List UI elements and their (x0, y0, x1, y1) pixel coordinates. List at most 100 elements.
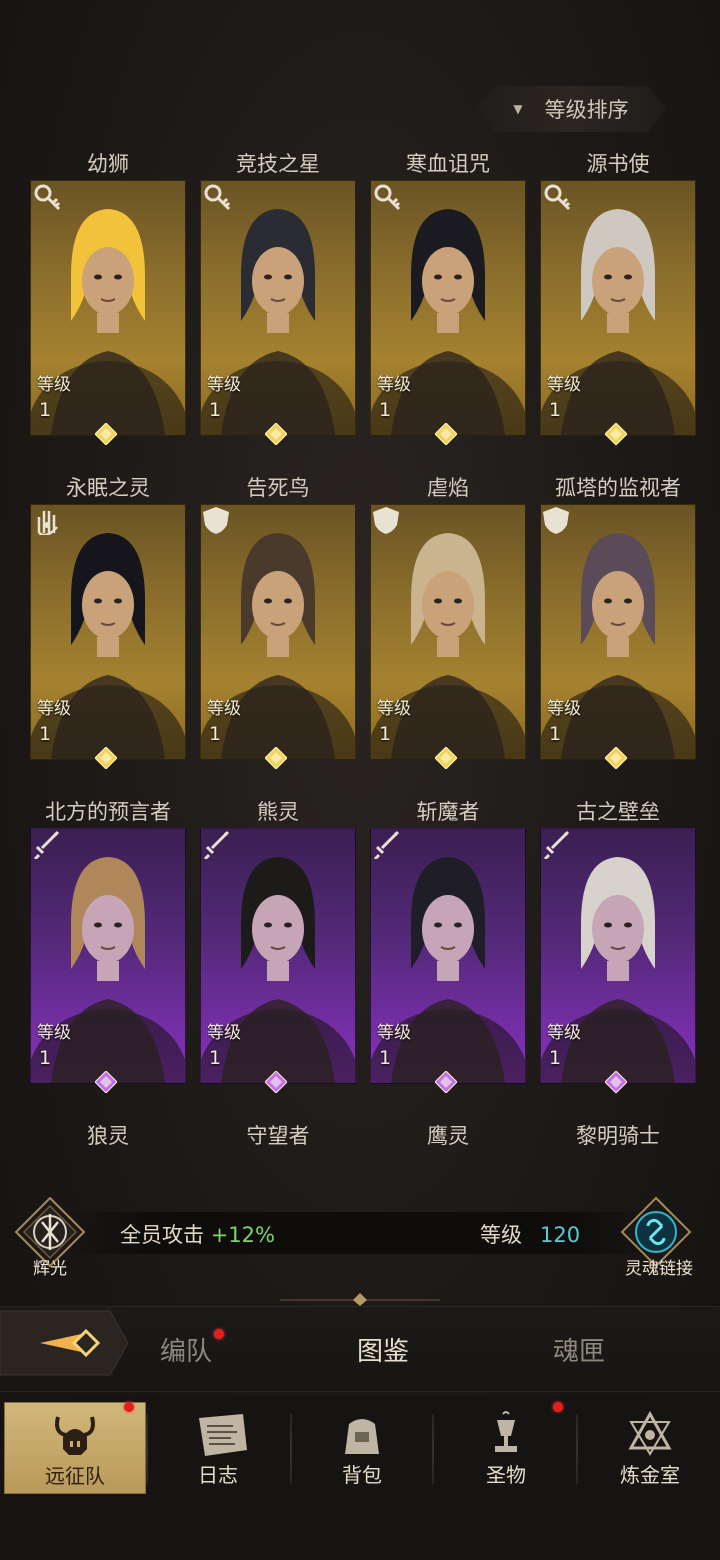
rarity-gem-icon (435, 747, 457, 769)
relics-badge (553, 1402, 563, 1412)
sort-button[interactable]: ▼ 等级排序 (476, 86, 666, 132)
hero-portrait[interactable]: 等级 1 (30, 504, 186, 760)
hero-level-label: 等级 (37, 1023, 71, 1043)
rarity-gem-icon (95, 423, 117, 445)
chalice-icon (495, 1411, 517, 1452)
hero-portrait[interactable]: 等级 1 (540, 504, 696, 760)
hero-portrait-art (201, 533, 355, 759)
sword-icon (543, 830, 570, 859)
hero-level-value: 1 (39, 399, 52, 421)
rarity-gem-icon (265, 1071, 287, 1093)
bonus-bar: 辉光 全员攻击 +12% 等级 120 灵魂链接 (0, 1196, 720, 1279)
hero-portrait[interactable]: 等级 1 (200, 180, 356, 436)
viking-helmet-icon (55, 1416, 95, 1455)
hero-level-value: 1 (209, 723, 222, 745)
nav-bag[interactable]: 背包 (292, 1402, 432, 1492)
hero-level-label: 等级 (377, 1023, 411, 1043)
hero-portrait-art (371, 857, 525, 1083)
formation-badge (214, 1329, 224, 1339)
hero-portrait-art (31, 857, 185, 1083)
soul-link-label: 灵魂链接 (625, 1259, 693, 1279)
tab-codex[interactable]: 图鉴 (357, 1331, 409, 1368)
nav-journal[interactable]: 日志 (148, 1402, 288, 1492)
soul-link-level-value: 120 (540, 1223, 581, 1247)
hero-portrait[interactable]: 等级 1 (370, 180, 526, 436)
all-attack-bonus: 全员攻击 +12% (120, 1219, 275, 1249)
rarity-gem-icon (435, 1071, 457, 1093)
hero-level-value: 1 (379, 399, 392, 421)
hero-portrait[interactable]: 等级 1 (30, 828, 186, 1084)
hero-portrait[interactable]: 等级 1 (540, 180, 696, 436)
hero-level-value: 1 (39, 1047, 52, 1069)
hero-portrait-art (201, 857, 355, 1083)
sword-icon (33, 830, 60, 859)
hero-level-label: 等级 (207, 375, 241, 395)
hero-level-value: 1 (549, 1047, 562, 1069)
all-attack-value: +12% (210, 1223, 275, 1247)
hero-level-value: 1 (209, 399, 222, 421)
soul-link-level: 等级 120 (480, 1219, 580, 1249)
nav-expedition[interactable]: 远征队 (4, 1402, 146, 1494)
back-arrow-icon[interactable] (0, 1307, 130, 1379)
hero-portrait[interactable]: 等级 1 (370, 828, 526, 1084)
rarity-gem-icon (265, 423, 287, 445)
rarity-gem-icon (605, 1071, 627, 1093)
hero-portrait[interactable]: 等级 1 (200, 828, 356, 1084)
sword-icon (373, 830, 400, 859)
rarity-gem-icon (95, 747, 117, 769)
hero-level-label: 等级 (37, 375, 71, 395)
hero-portrait-art (371, 209, 525, 435)
hero-portrait[interactable]: 等级 1 (200, 504, 356, 760)
alchemy-icon (628, 1410, 672, 1456)
hero-name: 古之壁垒 (576, 800, 660, 824)
hero-portrait-art (541, 857, 695, 1083)
hero-portrait-art (541, 209, 695, 435)
hero-level-label: 等级 (547, 699, 581, 719)
key-icon (544, 184, 571, 211)
bottom-nav: 远征队 日志 背包 圣物 炼金室 (0, 1396, 720, 1560)
hero-portrait[interactable]: 等级 1 (540, 828, 696, 1084)
rarity-gem-icon (605, 747, 627, 769)
rarity-gem-icon (95, 1071, 117, 1093)
hero-name: 孤塔的监视者 (555, 476, 681, 500)
key-icon (34, 184, 61, 211)
hero-portrait-art (371, 533, 525, 759)
hero-level-label: 等级 (207, 1023, 241, 1043)
palm-icon (37, 511, 58, 535)
shield-icon (543, 507, 569, 534)
hero-level-value: 1 (39, 723, 52, 745)
sort-button-label: 等级排序 (544, 98, 629, 122)
hero-level-value: 1 (379, 723, 392, 745)
divider-ornament (280, 1293, 440, 1306)
nav-alchemy[interactable]: 炼金室 (580, 1402, 720, 1492)
hero-portrait-art (201, 209, 355, 435)
hero-level-label: 等级 (547, 1023, 581, 1043)
sword-icon (203, 830, 230, 859)
tab-formation[interactable]: 编队 (160, 1331, 212, 1368)
all-attack-label: 全员攻击 (120, 1223, 204, 1247)
tab-bar: 编队 图鉴 魂匣 (0, 1306, 720, 1392)
hero-level-value: 1 (379, 1047, 392, 1069)
hero-level-value: 1 (209, 1047, 222, 1069)
hero-level-label: 等级 (207, 699, 241, 719)
key-icon (374, 184, 401, 211)
expedition-badge (124, 1402, 134, 1412)
hero-name: 源书使 (586, 152, 650, 176)
hero-name: 黎明骑士 (576, 1124, 660, 1148)
hero-portrait-art (31, 209, 185, 435)
rarity-gem-icon (265, 747, 287, 769)
rarity-gem-icon (605, 423, 627, 445)
nav-relics[interactable]: 圣物 (436, 1402, 576, 1492)
hero-level-label: 等级 (377, 699, 411, 719)
hero-level-value: 1 (549, 723, 562, 745)
shield-icon (373, 507, 399, 534)
soul-link-level-label: 等级 (480, 1223, 522, 1247)
hero-portrait[interactable]: 等级 1 (370, 504, 526, 760)
hero-portrait[interactable]: 等级 1 (30, 180, 186, 436)
tab-soul-box[interactable]: 魂匣 (553, 1331, 605, 1368)
hero-portrait-art (541, 533, 695, 759)
hero-level-label: 等级 (377, 375, 411, 395)
radiance-label: 辉光 (33, 1259, 67, 1279)
scroll-icon (199, 1414, 247, 1456)
rarity-gem-icon (435, 423, 457, 445)
